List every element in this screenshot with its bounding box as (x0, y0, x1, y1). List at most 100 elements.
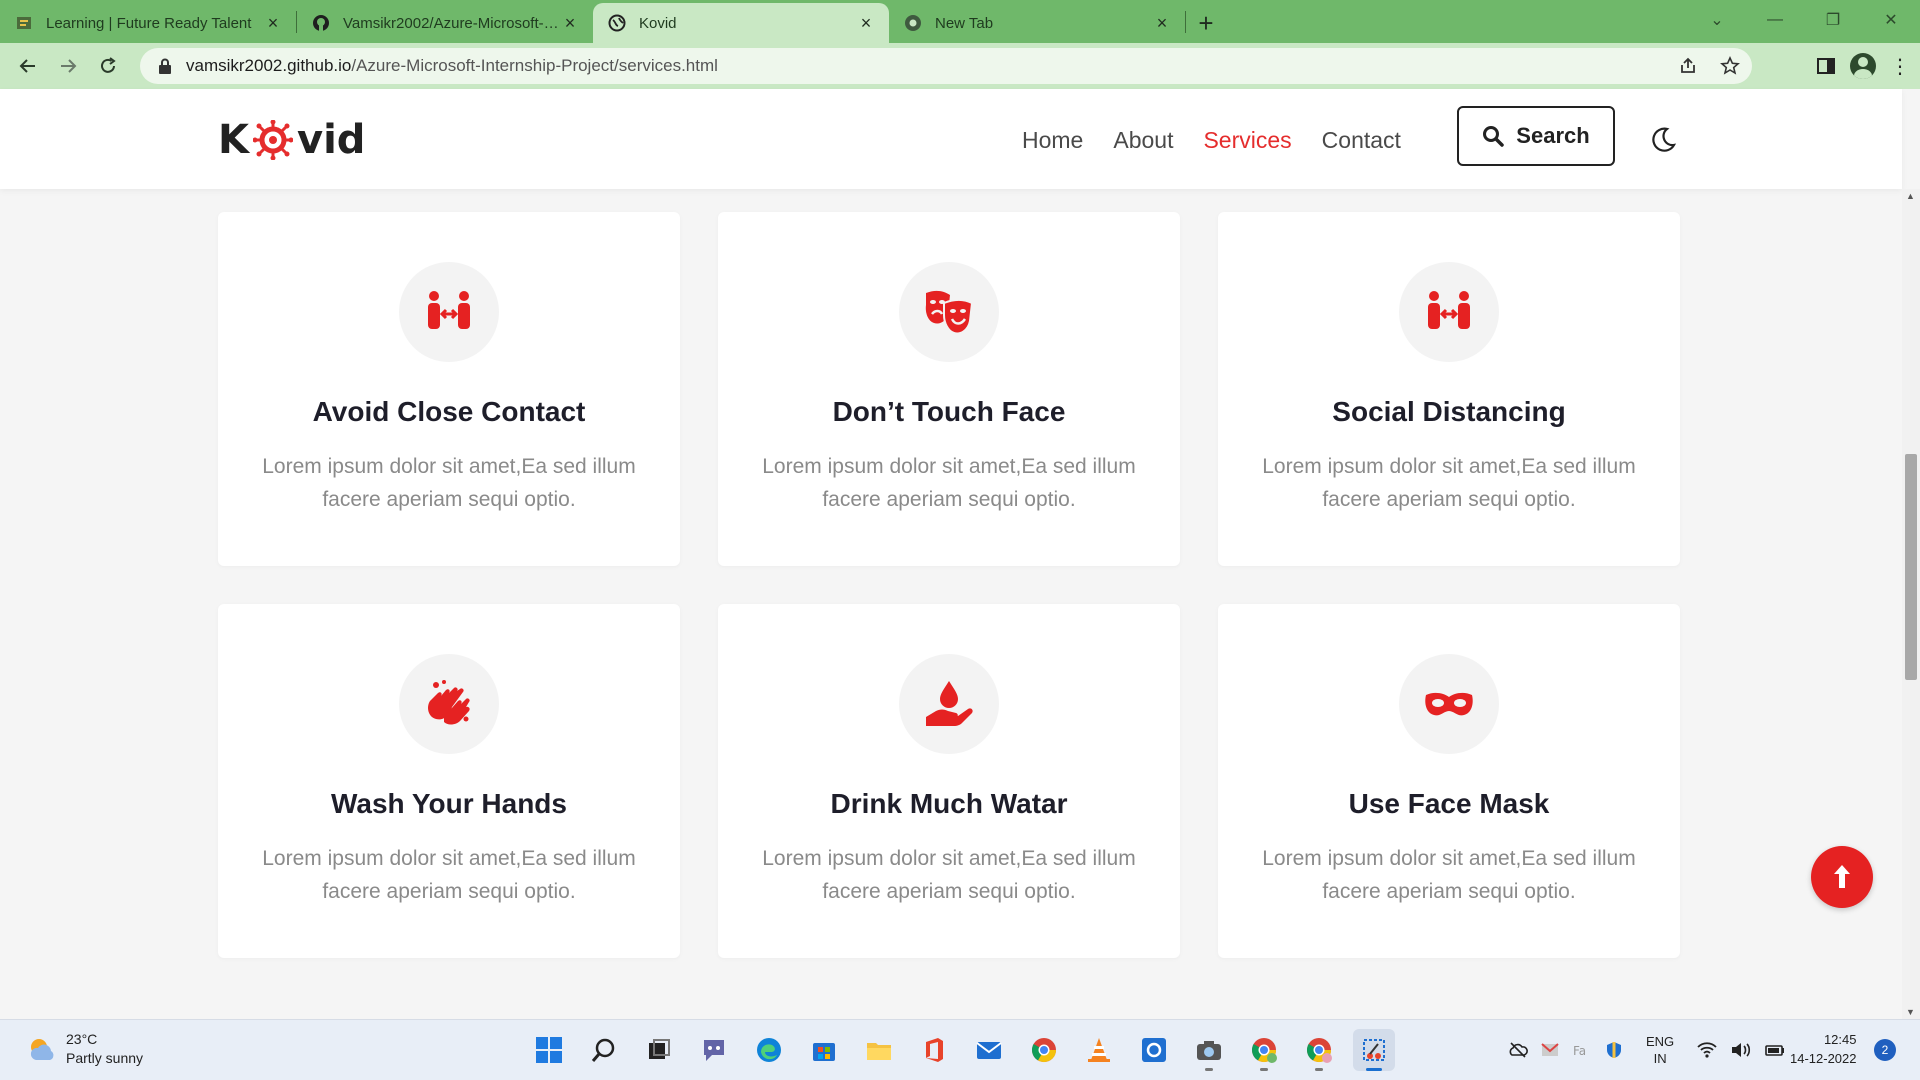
taskbar-apps (528, 1029, 1395, 1071)
icon-circle (899, 262, 999, 362)
store-icon (813, 1043, 835, 1061)
restore-icon[interactable]: ❐ (1804, 10, 1862, 30)
teams-chat-button[interactable] (693, 1029, 735, 1071)
taskbar-search-button[interactable] (583, 1029, 625, 1071)
snipping-tool-button[interactable] (1353, 1029, 1395, 1071)
edge-button[interactable] (748, 1029, 790, 1071)
dark-mode-moon-icon[interactable] (1648, 125, 1678, 155)
nav-home[interactable]: Home (1022, 127, 1083, 154)
service-card: Wash Your Hands Lorem ipsum dolor sit am… (218, 604, 680, 958)
icon-circle (399, 654, 499, 754)
arrow-up-icon (1834, 865, 1850, 888)
tab-title: Kovid (639, 14, 677, 32)
mask-icon (1425, 692, 1473, 716)
weather-widget[interactable]: 23°C Partly sunny (26, 1030, 143, 1068)
start-button[interactable] (528, 1029, 570, 1071)
service-card: Avoid Close Contact Lorem ipsum dolor si… (218, 212, 680, 566)
nav-contact[interactable]: Contact (1322, 127, 1401, 154)
bookmark-star-icon[interactable] (1720, 56, 1740, 76)
github-favicon-icon (311, 13, 331, 33)
tab-title: Vamsikr2002/Azure-Microsoft-Internship-P… (343, 14, 561, 32)
share-icon[interactable] (1678, 56, 1698, 76)
new-tab-button[interactable]: + (1186, 3, 1226, 43)
nav-about[interactable]: About (1113, 127, 1173, 154)
window-controls: ⌄ — ❐ ✕ (1688, 0, 1920, 40)
browser-tab-bar: Learning | Future Ready Talent × Vamsikr… (0, 0, 1920, 43)
address-bar[interactable]: vamsikr2002.github.io/Azure-Microsoft-In… (140, 48, 1752, 84)
card-text: Lorem ipsum dolor sit amet,Ea sed illum … (262, 455, 636, 511)
tab-title: New Tab (935, 14, 994, 32)
snipping-tool-icon (1363, 1039, 1385, 1061)
wifi-icon[interactable] (1696, 1040, 1718, 1060)
browser-toolbar: vamsikr2002.github.io/Azure-Microsoft-In… (0, 43, 1920, 89)
language-indicator[interactable]: ENG IN (1646, 1033, 1674, 1067)
tab-learning[interactable]: Learning | Future Ready Talent × (0, 3, 296, 43)
icon-circle (399, 262, 499, 362)
reload-icon[interactable] (88, 46, 128, 86)
windows-logo-icon (536, 1037, 562, 1063)
side-panel-icon[interactable] (1816, 56, 1836, 76)
tab-kovid[interactable]: Kovid × (593, 3, 889, 43)
clock[interactable]: 12:45 14-12-2022 (1790, 1030, 1857, 1068)
search-button[interactable]: Search (1457, 106, 1615, 166)
tab-search-icon[interactable]: ⌄ (1688, 10, 1746, 30)
ime-icon[interactable]: Fa (1572, 1040, 1592, 1060)
task-view-button[interactable] (638, 1029, 680, 1071)
card-text: Lorem ipsum dolor sit amet,Ea sed illum … (262, 847, 636, 903)
weather-desc: Partly sunny (66, 1050, 144, 1066)
close-window-icon[interactable]: ✕ (1862, 10, 1920, 30)
office-button[interactable] (913, 1029, 955, 1071)
nav-services[interactable]: Services (1203, 127, 1291, 154)
search-icon (1483, 126, 1505, 147)
tab-new-tab[interactable]: New Tab × (889, 3, 1185, 43)
mail-button[interactable] (968, 1029, 1010, 1071)
lock-icon (159, 58, 171, 74)
chrome-profile-2-button[interactable] (1298, 1029, 1340, 1071)
onedrive-cloud-icon[interactable] (1508, 1040, 1528, 1060)
back-to-top-button[interactable] (1811, 846, 1873, 908)
icon-circle (1399, 654, 1499, 754)
running-indicator (1260, 1068, 1268, 1071)
close-icon[interactable]: × (264, 13, 282, 33)
system-tray: Fa ENG IN (1508, 1033, 1786, 1067)
edge-browser-icon (757, 1038, 781, 1062)
page-scrollbar[interactable]: ▲ ▼ (1902, 189, 1920, 1019)
profile-avatar[interactable] (1850, 53, 1876, 79)
app-blue-button[interactable] (1133, 1029, 1175, 1071)
site-logo[interactable]: K vid (218, 117, 365, 163)
scroll-down-arrow-icon[interactable]: ▼ (1906, 1007, 1915, 1017)
vlc-button[interactable] (1078, 1029, 1120, 1071)
chrome-button[interactable] (1023, 1029, 1065, 1071)
close-icon[interactable]: × (1153, 13, 1171, 33)
search-label: Search (1516, 123, 1590, 148)
close-icon[interactable]: × (561, 13, 579, 33)
file-explorer-button[interactable] (858, 1029, 900, 1071)
scrollbar-thumb[interactable] (1905, 454, 1917, 680)
menu-kebab-icon[interactable]: ⋮ (1890, 54, 1910, 79)
security-shield-icon[interactable] (1604, 1040, 1624, 1060)
tab-github[interactable]: Vamsikr2002/Azure-Microsoft-Internship-P… (297, 3, 593, 43)
gmail-icon[interactable] (1540, 1040, 1560, 1060)
chrome-icon (1251, 1038, 1277, 1063)
hand-water-drop-icon (926, 681, 973, 726)
chrome-profile-1-button[interactable] (1243, 1029, 1285, 1071)
service-card: Social Distancing Lorem ipsum dolor sit … (1218, 212, 1680, 566)
close-icon[interactable]: × (857, 13, 875, 33)
forward-icon[interactable] (48, 46, 88, 86)
virus-logo-icon (253, 120, 293, 160)
chat-icon (704, 1040, 724, 1061)
search-icon (591, 1038, 615, 1062)
scroll-up-arrow-icon[interactable]: ▲ (1906, 191, 1915, 201)
store-button[interactable] (803, 1029, 845, 1071)
running-indicator (1205, 1068, 1213, 1071)
camera-button[interactable] (1188, 1029, 1230, 1071)
minimize-icon[interactable]: — (1746, 11, 1804, 29)
task-view-icon (649, 1039, 670, 1059)
card-title: Use Face Mask (1348, 788, 1550, 819)
notification-badge[interactable]: 2 (1874, 1039, 1896, 1061)
icon-circle (899, 654, 999, 754)
battery-icon[interactable] (1764, 1040, 1786, 1060)
logo-text-right: vid (297, 117, 366, 163)
back-icon[interactable] (8, 46, 48, 86)
volume-icon[interactable] (1730, 1040, 1752, 1060)
